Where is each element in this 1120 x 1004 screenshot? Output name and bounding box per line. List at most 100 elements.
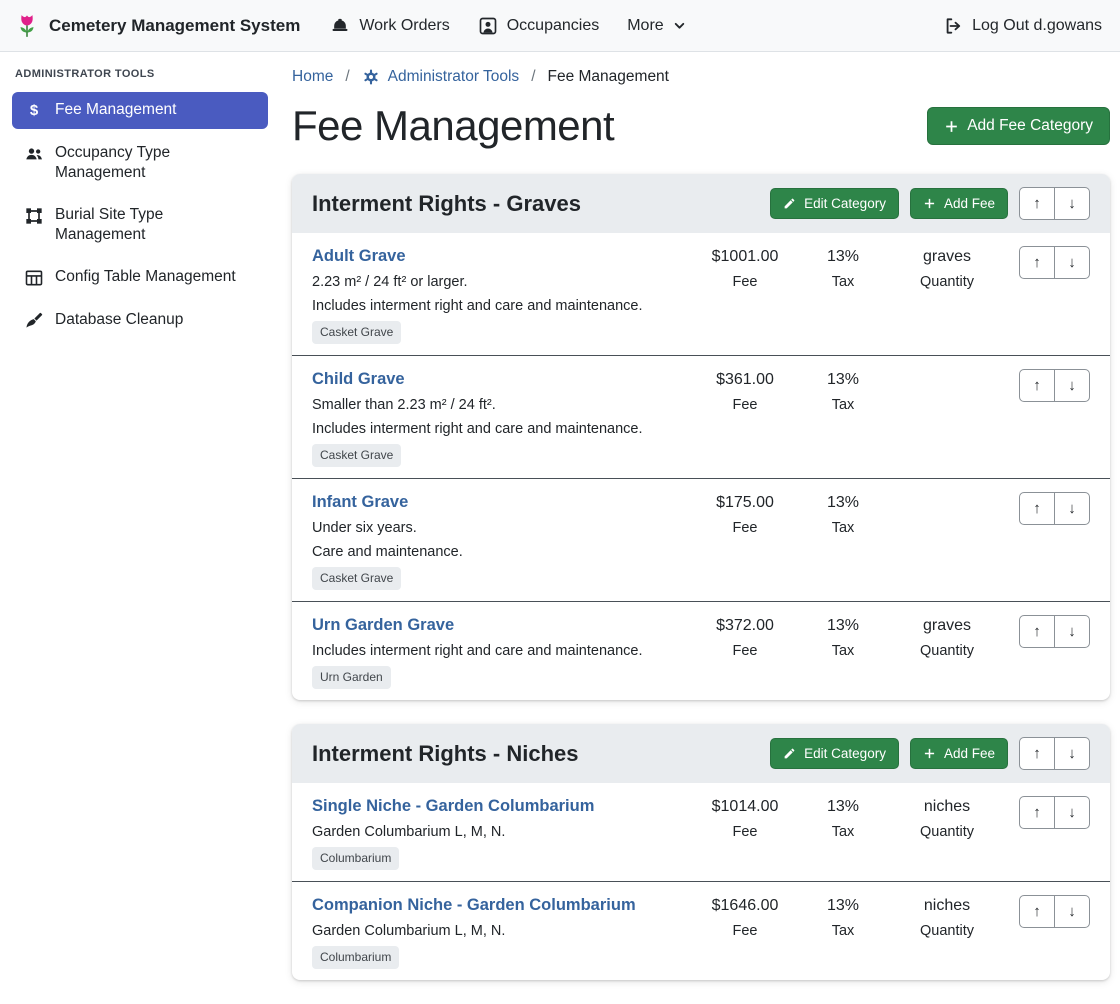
logout-button[interactable]: Log Out d.gowans bbox=[943, 16, 1102, 36]
tax-value: 13% bbox=[797, 492, 889, 513]
move-fee-down-button[interactable]: ↓ bbox=[1054, 492, 1090, 525]
fee-reorder-buttons: ↑ ↓ bbox=[1019, 796, 1090, 829]
fee-description: Garden Columbarium L, M, N. bbox=[312, 822, 683, 842]
sidebar-item-fee-management[interactable]: $ Fee Management bbox=[12, 92, 268, 129]
edit-category-label: Edit Category bbox=[804, 746, 886, 761]
move-fee-up-button[interactable]: ↑ bbox=[1019, 895, 1055, 928]
nav-more[interactable]: More bbox=[627, 17, 685, 35]
breadcrumb-home-link[interactable]: Home bbox=[292, 68, 333, 86]
sidebar-item-label: Burial Site Type Management bbox=[55, 205, 256, 245]
fee-label: Fee bbox=[693, 272, 797, 292]
fee-name-link[interactable]: Single Niche - Garden Columbarium bbox=[312, 796, 683, 817]
sidebar-item-label: Config Table Management bbox=[55, 267, 236, 287]
add-fee-button[interactable]: Add Fee bbox=[910, 188, 1008, 219]
tax-label: Tax bbox=[797, 822, 889, 842]
quantity-column: niches Quantity bbox=[889, 895, 1005, 941]
main-content: Home / Administrator Tools / Fee Managem… bbox=[280, 52, 1120, 1004]
category-title: Interment Rights - Graves bbox=[312, 191, 759, 217]
fee-info: Adult Grave 2.23 m² / 24 ft² or larger. … bbox=[312, 246, 693, 344]
logout-label: Log Out d.gowans bbox=[972, 17, 1102, 35]
hard-hat-icon bbox=[330, 16, 350, 36]
app-brand[interactable]: Cemetery Management System bbox=[14, 13, 300, 39]
fee-name-link[interactable]: Companion Niche - Garden Columbarium bbox=[312, 895, 683, 916]
occupancy-frame-icon bbox=[478, 16, 498, 36]
fee-amount-column: $1014.00 Fee bbox=[693, 796, 797, 842]
people-icon bbox=[24, 144, 44, 164]
move-category-down-button[interactable]: ↓ bbox=[1054, 187, 1090, 220]
fee-label: Fee bbox=[693, 921, 797, 941]
move-fee-down-button[interactable]: ↓ bbox=[1054, 369, 1090, 402]
fee-description: Garden Columbarium L, M, N. bbox=[312, 921, 683, 941]
move-fee-down-button[interactable]: ↓ bbox=[1054, 895, 1090, 928]
fee-category-card-graves: Interment Rights - Graves Edit Category … bbox=[292, 174, 1110, 700]
tax-value: 13% bbox=[797, 615, 889, 636]
fee-amount-column: $175.00 Fee bbox=[693, 492, 797, 538]
fee-row: Single Niche - Garden Columbarium Garden… bbox=[292, 783, 1110, 882]
add-fee-category-button[interactable]: Add Fee Category bbox=[927, 107, 1110, 145]
move-category-down-button[interactable]: ↓ bbox=[1054, 737, 1090, 770]
fee-amount: $175.00 bbox=[693, 492, 797, 513]
move-fee-down-button[interactable]: ↓ bbox=[1054, 796, 1090, 829]
fee-name-link[interactable]: Child Grave bbox=[312, 369, 683, 390]
tax-label: Tax bbox=[797, 641, 889, 661]
fee-type-badge: Casket Grave bbox=[312, 444, 401, 467]
nav-work-orders[interactable]: Work Orders bbox=[330, 16, 449, 36]
add-fee-label: Add Fee bbox=[944, 196, 995, 211]
fee-amount: $361.00 bbox=[693, 369, 797, 390]
nav-work-orders-label: Work Orders bbox=[359, 17, 449, 35]
fee-amount-column: $361.00 Fee bbox=[693, 369, 797, 415]
fee-label: Fee bbox=[693, 822, 797, 842]
quantity-column: niches Quantity bbox=[889, 796, 1005, 842]
page-title: Fee Management bbox=[292, 102, 614, 150]
fee-name-link[interactable]: Adult Grave bbox=[312, 246, 683, 267]
vector-square-icon bbox=[24, 206, 44, 226]
tulip-logo-icon bbox=[14, 13, 40, 39]
move-fee-down-button[interactable]: ↓ bbox=[1054, 615, 1090, 648]
move-fee-up-button[interactable]: ↑ bbox=[1019, 492, 1055, 525]
navbar-links: Work Orders Occupancies More bbox=[330, 16, 685, 36]
move-fee-up-button[interactable]: ↑ bbox=[1019, 615, 1055, 648]
edit-category-button[interactable]: Edit Category bbox=[770, 188, 899, 219]
move-category-up-button[interactable]: ↑ bbox=[1019, 737, 1055, 770]
fee-amount: $372.00 bbox=[693, 615, 797, 636]
category-header: Interment Rights - Graves Edit Category … bbox=[292, 174, 1110, 233]
fee-name-link[interactable]: Infant Grave bbox=[312, 492, 683, 513]
breadcrumb-separator: / bbox=[345, 68, 349, 86]
breadcrumb-admin-tools-link[interactable]: Administrator Tools bbox=[362, 68, 520, 86]
edit-category-label: Edit Category bbox=[804, 196, 886, 211]
fee-amount: $1014.00 bbox=[693, 796, 797, 817]
nav-more-label: More bbox=[627, 17, 663, 35]
fee-reorder-buttons: ↑ ↓ bbox=[1019, 492, 1090, 525]
tax-label: Tax bbox=[797, 395, 889, 415]
fee-reorder-buttons: ↑ ↓ bbox=[1019, 615, 1090, 648]
tax-label: Tax bbox=[797, 518, 889, 538]
nav-occupancies-label: Occupancies bbox=[507, 17, 600, 35]
nav-occupancies[interactable]: Occupancies bbox=[478, 16, 600, 36]
broom-icon bbox=[24, 311, 44, 331]
move-category-up-button[interactable]: ↑ bbox=[1019, 187, 1055, 220]
fee-category-card-niches: Interment Rights - Niches Edit Category … bbox=[292, 724, 1110, 980]
fee-description: 2.23 m² / 24 ft² or larger. bbox=[312, 272, 683, 292]
move-fee-up-button[interactable]: ↑ bbox=[1019, 369, 1055, 402]
gear-icon bbox=[362, 68, 380, 86]
fee-info: Single Niche - Garden Columbarium Garden… bbox=[312, 796, 693, 870]
quantity-label: Quantity bbox=[889, 921, 1005, 941]
breadcrumb-current: Fee Management bbox=[548, 68, 670, 86]
fee-name-link[interactable]: Urn Garden Grave bbox=[312, 615, 683, 636]
sidebar-item-burial-site-type[interactable]: Burial Site Type Management bbox=[12, 197, 268, 253]
sidebar-item-label: Occupancy Type Management bbox=[55, 143, 256, 183]
tax-value: 13% bbox=[797, 796, 889, 817]
sidebar-item-occupancy-type[interactable]: Occupancy Type Management bbox=[12, 135, 268, 191]
sidebar-item-database-cleanup[interactable]: Database Cleanup bbox=[12, 302, 268, 339]
move-fee-down-button[interactable]: ↓ bbox=[1054, 246, 1090, 279]
move-fee-up-button[interactable]: ↑ bbox=[1019, 246, 1055, 279]
fee-info: Infant Grave Under six years. Care and m… bbox=[312, 492, 693, 590]
sidebar-item-config-table[interactable]: Config Table Management bbox=[12, 259, 268, 296]
move-fee-up-button[interactable]: ↑ bbox=[1019, 796, 1055, 829]
fee-type-badge: Casket Grave bbox=[312, 321, 401, 344]
quantity-value: niches bbox=[889, 895, 1005, 916]
edit-category-button[interactable]: Edit Category bbox=[770, 738, 899, 769]
fee-amount-column: $1001.00 Fee bbox=[693, 246, 797, 292]
add-fee-button[interactable]: Add Fee bbox=[910, 738, 1008, 769]
fee-description: Includes interment right and care and ma… bbox=[312, 296, 683, 316]
